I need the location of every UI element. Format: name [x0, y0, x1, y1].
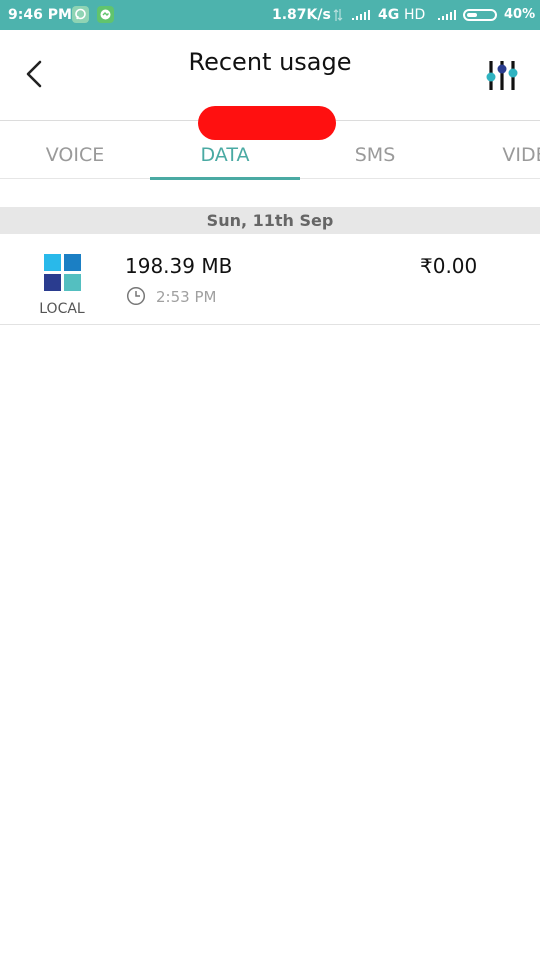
usage-cost: ₹0.00	[420, 254, 478, 278]
tile	[64, 254, 81, 271]
status-time: 9:46 PM	[8, 7, 72, 23]
tab-voice[interactable]: VOICE	[0, 121, 150, 181]
clock-icon	[126, 286, 146, 306]
usage-row[interactable]: LOCAL 198.39 MB 2:53 PM ₹0.00	[0, 234, 540, 325]
app-header: Recent usage	[0, 30, 540, 140]
tile	[64, 274, 81, 291]
status-bar: 9:46 PM 1.87K/s 4G HD 40%	[0, 0, 540, 30]
usage-amount: 198.39 MB	[125, 254, 233, 278]
messenger-icon	[97, 6, 114, 23]
chat-icon	[72, 6, 89, 23]
sliders-icon	[486, 61, 518, 90]
tab-sms[interactable]: SMS	[300, 121, 450, 181]
network-speed: 1.87K/s	[272, 7, 331, 23]
hd-indicator: HD	[404, 7, 426, 23]
date-header: Sun, 11th Sep	[0, 207, 540, 234]
signal-icon	[438, 10, 456, 20]
tab-bar: VOICE DATA SMS VIDE	[0, 121, 540, 181]
tab-video[interactable]: VIDE	[450, 121, 540, 181]
filter-button[interactable]	[484, 58, 522, 94]
data-arrows-icon	[333, 9, 343, 21]
battery-icon	[463, 9, 497, 21]
battery-fill	[467, 13, 477, 17]
battery-percent: 40%	[504, 7, 536, 22]
tile	[44, 274, 61, 291]
network-type: 4G	[378, 7, 400, 23]
local-icon	[44, 254, 82, 292]
active-tab-indicator	[150, 177, 300, 180]
page-title: Recent usage	[188, 48, 352, 76]
tab-data[interactable]: DATA	[150, 121, 300, 181]
tile	[44, 254, 61, 271]
signal-icon	[352, 10, 370, 20]
usage-time: 2:53 PM	[156, 288, 217, 306]
usage-type-label: LOCAL	[39, 301, 85, 317]
